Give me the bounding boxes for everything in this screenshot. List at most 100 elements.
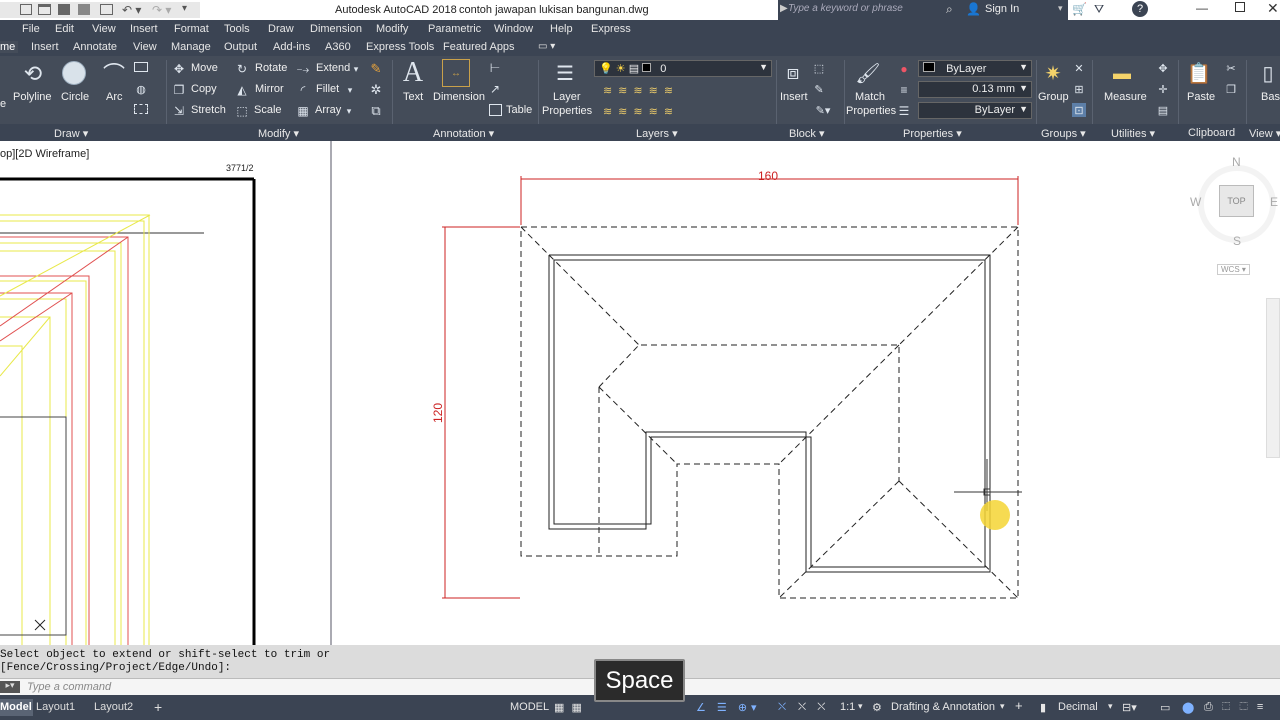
binoculars-icon[interactable]: ⌕ <box>946 2 953 17</box>
cart-icon[interactable]: 🛒 <box>1072 2 1087 16</box>
move-button[interactable]: Move <box>191 62 218 74</box>
viewcube[interactable]: N S W E TOP WCS ▾ <box>1190 155 1280 275</box>
group-button[interactable]: Group <box>1038 91 1069 103</box>
group-select-icon[interactable]: ⊡ <box>1072 103 1086 117</box>
wcs-menu[interactable]: WCS ▾ <box>1217 264 1250 275</box>
menu-dimension[interactable]: Dimension <box>310 23 362 35</box>
annotation-scale[interactable]: 1:1 <box>840 701 855 713</box>
exchange-icon[interactable]: ⛛ <box>1094 2 1104 17</box>
panel-view[interactable]: View ▾ <box>1249 127 1280 140</box>
sign-in-button[interactable]: Sign In <box>985 3 1019 15</box>
grid-icon[interactable]: ▦ ▦ <box>554 701 584 714</box>
group-icon[interactable]: ✷ <box>1040 59 1066 87</box>
compass-east[interactable]: E <box>1270 195 1278 209</box>
copy-clip-icon[interactable]: ❐ <box>1224 82 1238 96</box>
compass-west[interactable]: W <box>1190 195 1201 209</box>
menu-insert[interactable]: Insert <box>130 23 158 35</box>
tab-model[interactable]: Model <box>0 699 33 716</box>
erase-icon[interactable]: ✎ <box>368 61 384 77</box>
menu-window[interactable]: Window <box>494 23 533 35</box>
tab-express-tools[interactable]: Express Tools <box>366 41 434 53</box>
circle-icon[interactable] <box>62 61 86 85</box>
menu-format[interactable]: Format <box>174 23 209 35</box>
panel-utilities[interactable]: Utilities ▾ <box>1111 127 1155 140</box>
menu-modify[interactable]: Modify <box>376 23 408 35</box>
measure-icon[interactable]: ▬ <box>1108 60 1136 86</box>
annotation-monitor-icon[interactable]: + <box>1015 698 1023 713</box>
menu-help[interactable]: Help <box>550 23 573 35</box>
hardware-acceleration-icon[interactable]: ⬤ <box>1182 701 1194 714</box>
group-edit-icon[interactable]: ⊞ <box>1072 82 1086 96</box>
panel-properties[interactable]: Properties ▾ <box>903 127 962 140</box>
workspace-switch[interactable]: Drafting & Annotation <box>891 701 995 713</box>
clean-screen-icons[interactable]: ⎙ ⬚ ⬚ ≡ <box>1204 701 1266 714</box>
panel-groups[interactable]: Groups ▾ <box>1041 127 1086 140</box>
undo-icon[interactable]: ↶ ▾ <box>122 3 141 17</box>
ungroup-icon[interactable]: ✕ <box>1072 61 1086 75</box>
close-icon[interactable]: ✕ <box>1267 0 1279 17</box>
quick-properties-icon[interactable]: ⊟▾ <box>1122 701 1137 714</box>
add-layout-icon[interactable]: + <box>154 699 162 715</box>
workspace-dropdown-icon[interactable]: ▾ <box>1000 701 1005 712</box>
compass-south[interactable]: S <box>1233 234 1241 248</box>
match-properties-label-1[interactable]: Match <box>855 91 885 103</box>
explode-icon[interactable]: ✲ <box>368 82 384 98</box>
viewcube-top-face[interactable]: TOP <box>1219 185 1254 217</box>
hatch-icon[interactable]: ◍ <box>134 84 148 96</box>
dimension-button[interactable]: Dimension <box>433 91 485 103</box>
layer-properties-icon[interactable]: ☰ <box>550 59 580 87</box>
units-display[interactable]: Decimal <box>1058 701 1098 713</box>
minimize-icon[interactable]: — <box>1196 1 1208 15</box>
insert-block-icon[interactable]: ⧈ <box>780 59 806 87</box>
match-properties-icon[interactable]: 🖌 <box>854 59 882 87</box>
match-properties-label-2[interactable]: Properties <box>846 105 896 117</box>
panel-modify[interactable]: Modify ▾ <box>258 127 299 140</box>
dimension-icon[interactable]: ↔ <box>442 59 470 87</box>
annotation-scale-dropdown-icon[interactable]: ▾ <box>858 701 863 712</box>
tab-annotate[interactable]: Annotate <box>73 41 117 53</box>
multileader-icon[interactable]: ↗ <box>487 82 503 96</box>
array-dropdown-icon[interactable]: ▾ <box>345 106 353 116</box>
units-dropdown-icon[interactable]: ▾ <box>1108 701 1113 712</box>
ribbon-toggle-icon[interactable]: ▭ ▾ <box>538 41 555 52</box>
base-view-icon[interactable]: ▯ <box>1256 59 1280 87</box>
point-icon[interactable]: ✛ <box>1156 82 1170 96</box>
leader-icon[interactable]: ⊢ <box>487 61 503 75</box>
compass-north[interactable]: N <box>1232 155 1241 169</box>
customize-qat-icon[interactable]: ▾ <box>182 3 187 14</box>
isolate-icon[interactable]: ▭ <box>1160 701 1170 714</box>
block-attributes-icon[interactable]: ✎▾ <box>812 103 834 117</box>
navigation-bar[interactable] <box>1266 298 1280 458</box>
save-as-icon[interactable] <box>78 4 90 15</box>
tab-add-ins[interactable]: Add-ins <box>273 41 310 53</box>
new-icon[interactable] <box>20 4 32 15</box>
command-prompt-icon[interactable]: ▸▾ <box>0 681 20 693</box>
layer-tools-row2-icon[interactable]: ≋≋≋≋≋ <box>596 104 686 118</box>
extend-button[interactable]: Extend <box>316 62 350 74</box>
arc-icon[interactable]: ⌒ <box>100 59 128 87</box>
measure-button[interactable]: Measure <box>1104 91 1147 103</box>
drawing-canvas[interactable]: 160 120 <box>0 141 1280 645</box>
insert-button[interactable]: Insert <box>780 91 808 103</box>
panel-draw[interactable]: Draw ▾ <box>54 127 88 140</box>
copy-button[interactable]: Copy <box>191 83 217 95</box>
tab-manage[interactable]: Manage <box>171 41 211 53</box>
menu-edit[interactable]: Edit <box>55 23 74 35</box>
layer-dropdown[interactable]: 💡 ☀ ▤ 0 ▼ <box>594 60 772 77</box>
rectangle-icon[interactable] <box>134 62 148 72</box>
search-input[interactable]: Type a keyword or phrase <box>788 3 940 17</box>
workspace-gear-icon[interactable]: ⚙ <box>872 701 882 714</box>
line-button-label[interactable]: e <box>0 98 6 110</box>
linetype-dropdown[interactable]: ByLayer ▼ <box>918 102 1032 119</box>
model-space-button[interactable]: MODEL <box>510 701 549 713</box>
sign-in-dropdown-icon[interactable]: ▾ <box>1058 3 1063 14</box>
help-icon[interactable]: ? <box>1132 1 1148 17</box>
table-button[interactable]: Table <box>506 104 532 116</box>
menu-express[interactable]: Express <box>591 23 631 35</box>
panel-clipboard[interactable]: Clipboard <box>1188 127 1235 139</box>
layer-properties-label-2[interactable]: Properties <box>542 105 592 117</box>
osnap-icons[interactable]: ∠ ☰ ⊕▾ <box>696 701 761 714</box>
stretch-button[interactable]: Stretch <box>191 104 226 116</box>
annotation-scale-icons[interactable]: ⛌ ⛌ <box>798 701 829 714</box>
tab-output[interactable]: Output <box>224 41 257 53</box>
